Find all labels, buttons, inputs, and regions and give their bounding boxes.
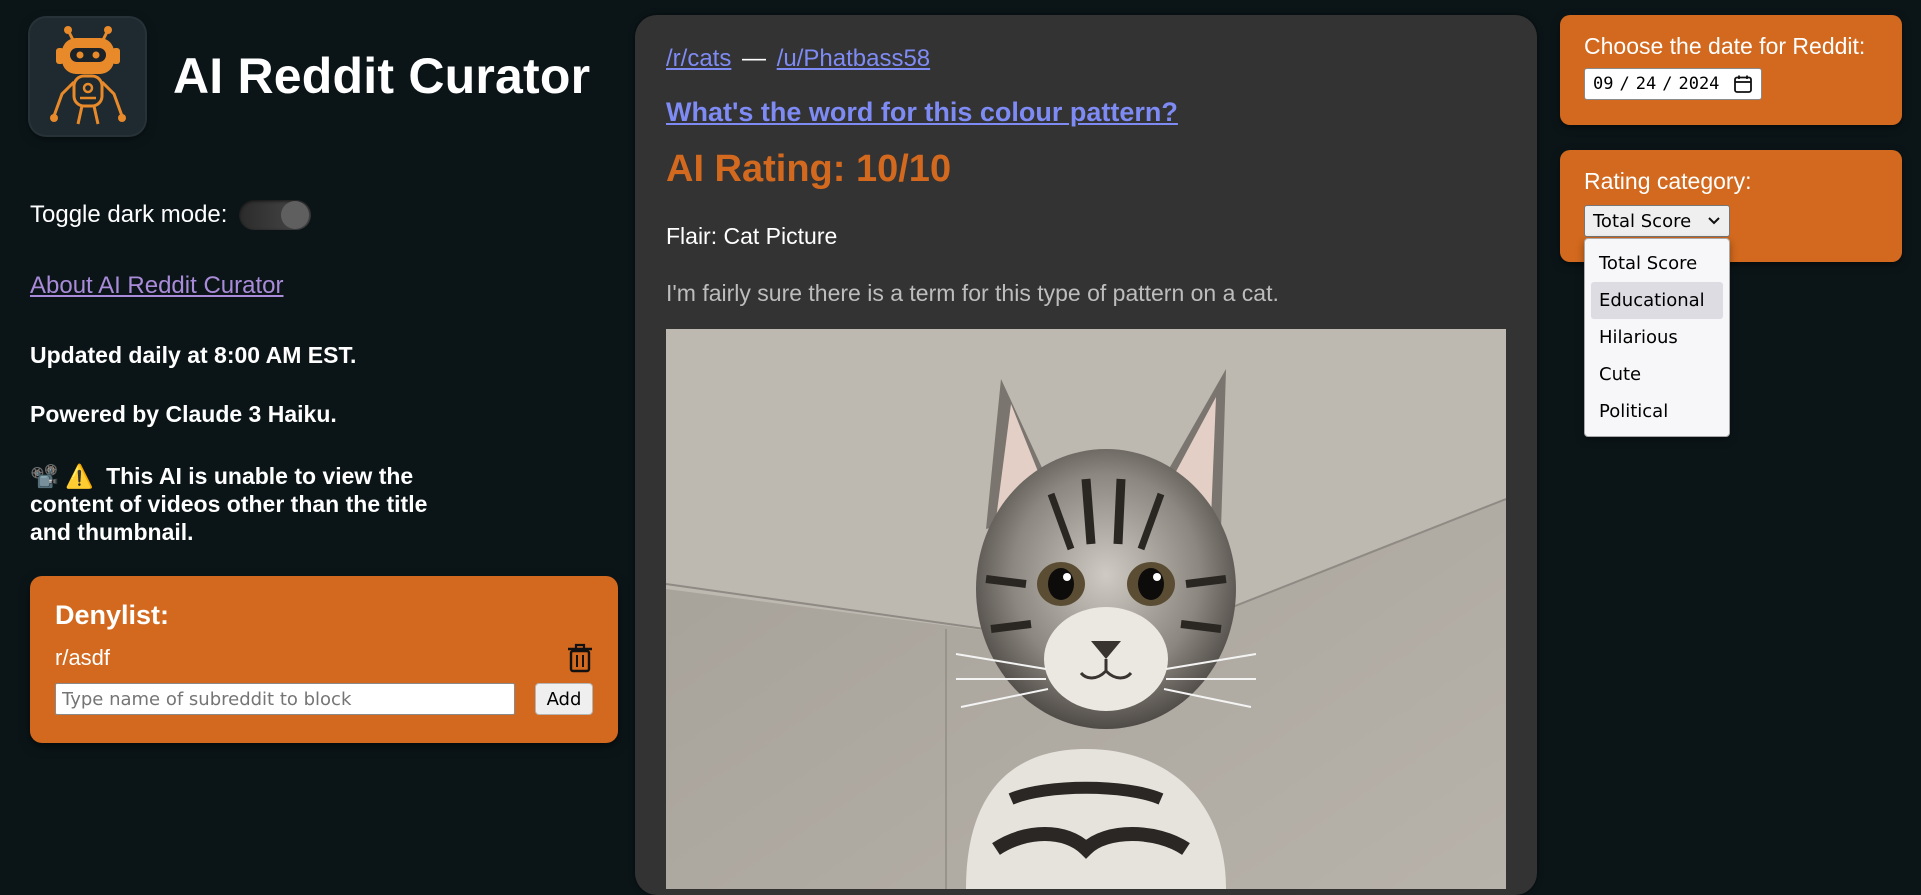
option-educational[interactable]: Educational: [1591, 282, 1723, 319]
video-warning: 📽️ ⚠️ This AI is unable to view the cont…: [30, 462, 440, 546]
camera-warning-icon: 📽️ ⚠️: [30, 463, 94, 489]
add-button[interactable]: Add: [535, 683, 593, 715]
powered-by-note: Powered by Claude 3 Haiku.: [30, 401, 337, 427]
post-image[interactable]: [666, 329, 1506, 889]
option-hilarious[interactable]: Hilarious: [1591, 319, 1723, 356]
post-card: /r/cats — /u/Phatbass58 What's the word …: [635, 15, 1537, 895]
subreddit-link[interactable]: /r/cats: [666, 45, 731, 72]
rating-category-dropdown: Total Score Educational Hilarious Cute P…: [1584, 238, 1730, 437]
option-political[interactable]: Political: [1591, 393, 1723, 430]
denylist-panel: Denylist: r/asdf Add: [30, 576, 618, 743]
option-total-score[interactable]: Total Score: [1591, 245, 1723, 282]
post-meta: /r/cats — /u/Phatbass58: [666, 45, 1506, 73]
date-label: Choose the date for Reddit:: [1584, 33, 1866, 59]
rating-category-select[interactable]: Total Score: [1584, 205, 1730, 237]
brand-header: AI Reddit Curator: [30, 16, 618, 136]
selected-category: Total Score: [1593, 210, 1692, 232]
denylist-item-name: r/asdf: [55, 645, 111, 670]
post-body: I'm fairly sure there is a term for this…: [666, 280, 1279, 306]
denylist-input[interactable]: [55, 683, 515, 715]
toggle-knob: [281, 201, 310, 229]
author-link[interactable]: /u/Phatbass58: [777, 45, 930, 72]
ai-rating: AI Rating: 10/10: [666, 148, 952, 190]
trash-icon[interactable]: [567, 643, 593, 673]
app-title: AI Reddit Curator: [173, 48, 591, 104]
date-card: Choose the date for Reddit: 09/24/2024: [1560, 15, 1902, 125]
dark-mode-toggle[interactable]: [239, 200, 312, 230]
robot-logo: [30, 17, 145, 135]
post-title-link[interactable]: What's the word for this colour pattern?: [666, 97, 1178, 128]
date-input[interactable]: 09/24/2024: [1584, 68, 1762, 100]
denylist-item: r/asdf: [55, 643, 593, 673]
date-day[interactable]: 24: [1636, 74, 1656, 94]
sidebar: AI Reddit Curator Toggle dark mode: Abou…: [30, 16, 618, 743]
dark-mode-label: Toggle dark mode:: [30, 201, 228, 228]
chevron-down-icon: [1708, 217, 1720, 225]
dark-mode-row: Toggle dark mode:: [30, 200, 618, 230]
date-month[interactable]: 09: [1593, 74, 1613, 94]
rating-category-label: Rating category:: [1584, 168, 1752, 194]
post-flair: Flair: Cat Picture: [666, 223, 838, 249]
update-note: Updated daily at 8:00 AM EST.: [30, 342, 357, 368]
about-link[interactable]: About AI Reddit Curator: [30, 272, 283, 300]
calendar-icon[interactable]: [1733, 74, 1753, 94]
date-year[interactable]: 2024: [1678, 74, 1719, 94]
meta-separator: —: [742, 45, 767, 72]
denylist-input-row: Add: [55, 683, 593, 715]
denylist-title: Denylist:: [55, 600, 170, 630]
option-cute[interactable]: Cute: [1591, 356, 1723, 393]
